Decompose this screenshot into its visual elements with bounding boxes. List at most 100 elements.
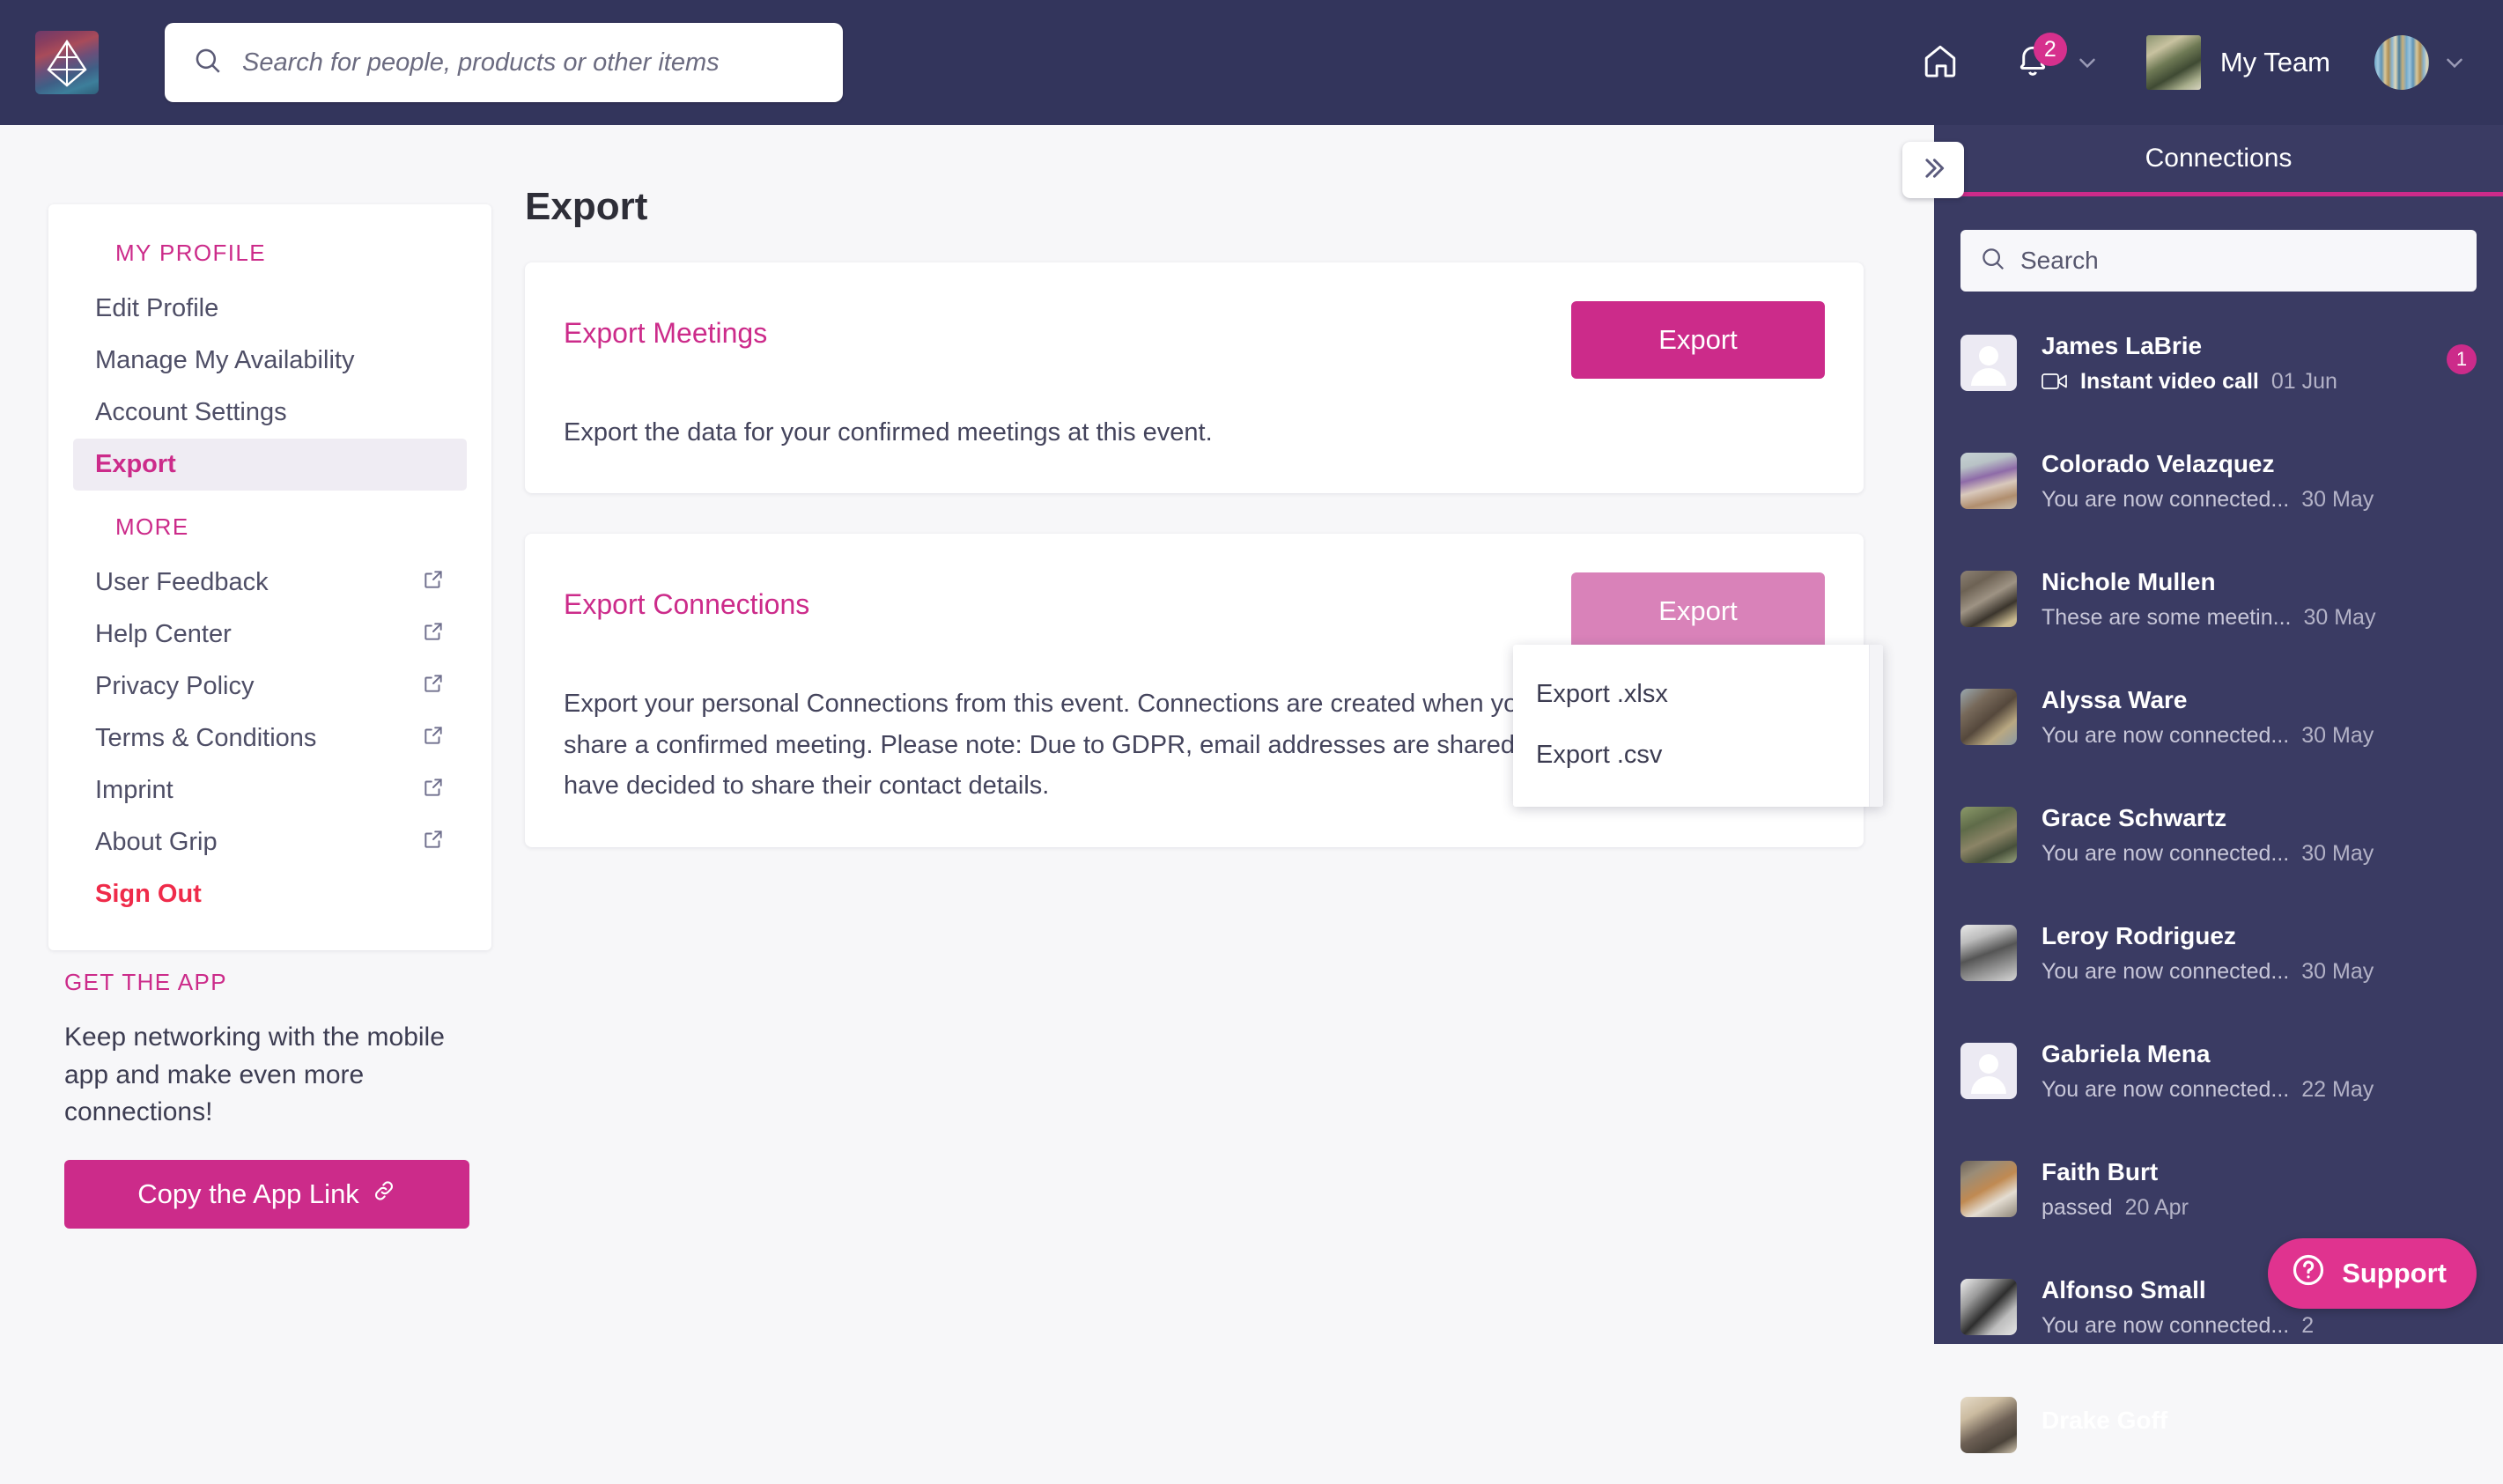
user-menu[interactable]	[2374, 35, 2468, 90]
connection-name: James LaBrie	[2042, 331, 2203, 359]
export-format-dropdown: Export .xlsx Export .csv	[1513, 645, 1883, 808]
panel-active-underline	[1934, 192, 2503, 196]
list-item-body: Gabriela Mena You are now connected... 2…	[2042, 1040, 2477, 1103]
avatar	[1960, 807, 2017, 863]
get-the-app-section: GET THE APP Keep networking with the mob…	[48, 969, 491, 1229]
copy-app-link-label: Copy the App Link	[137, 1178, 359, 1209]
double-chevron-right-icon	[1918, 153, 1948, 188]
connections-search-box[interactable]	[1960, 230, 2477, 292]
sidebar-item-label: User Feedback	[95, 568, 269, 596]
avatar	[1960, 1161, 2017, 1217]
connection-subtitle: You are now connected... 30 May	[2042, 723, 2477, 749]
profile-sidebar: MY PROFILE Edit Profile Manage My Availa…	[48, 204, 491, 950]
connection-subtitle: passed 20 Apr	[2042, 1195, 2477, 1221]
link-icon	[372, 1178, 396, 1210]
sidebar-item-manage-my-availability[interactable]: Manage My Availability	[73, 335, 467, 387]
connection-message: passed	[2042, 1194, 2113, 1220]
team-switcher[interactable]: My Team	[2145, 35, 2330, 90]
grip-diamond-logo[interactable]	[35, 31, 99, 94]
sidebar-item-imprint[interactable]: Imprint	[73, 764, 467, 816]
list-item[interactable]: Drake Goff	[1934, 1366, 2503, 1484]
connection-date: 2	[2301, 1312, 2315, 1338]
home-button[interactable]	[1905, 27, 1975, 98]
list-item[interactable]: Colorado Velazquez You are now connected…	[1934, 422, 2503, 540]
video-call-icon	[2042, 372, 2068, 391]
sidebar-item-privacy-policy[interactable]: Privacy Policy	[73, 661, 467, 712]
export-xlsx-option[interactable]: Export .xlsx	[1513, 664, 1869, 725]
user-chevron-down-icon[interactable]	[2441, 49, 2468, 76]
support-label: Support	[2342, 1258, 2447, 1288]
external-link-icon	[422, 672, 445, 702]
connection-message: You are now connected...	[2042, 722, 2290, 748]
team-avatar	[2145, 35, 2201, 90]
list-item[interactable]: Faith Burt passed 20 Apr	[1934, 1130, 2503, 1248]
connection-name: Faith Burt	[2042, 1157, 2159, 1185]
sidebar-item-label: Export	[95, 450, 176, 478]
connection-subtitle: These are some meetin... 30 May	[2042, 605, 2477, 631]
connection-message: You are now connected...	[2042, 840, 2290, 866]
list-item[interactable]: Grace Schwartz You are now connected... …	[1934, 776, 2503, 894]
export-csv-option[interactable]: Export .csv	[1513, 725, 1869, 786]
connection-message: You are now connected...	[2042, 486, 2290, 512]
external-link-icon	[422, 568, 445, 598]
sidebar-item-sign-out[interactable]: Sign Out	[73, 868, 467, 920]
list-item-body: Leroy Rodriguez You are now connected...…	[2042, 922, 2477, 985]
sidebar-item-account-settings[interactable]: Account Settings	[73, 387, 467, 439]
sidebar-section-my-profile: MY PROFILE	[115, 240, 267, 266]
connection-date: 30 May	[2301, 840, 2374, 866]
sidebar-item-label: Help Center	[95, 620, 232, 648]
get-the-app-title: GET THE APP	[64, 969, 227, 995]
sidebar-item-user-feedback[interactable]: User Feedback	[73, 557, 467, 609]
sidebar-item-help-center[interactable]: Help Center	[73, 609, 467, 661]
global-search-box[interactable]	[165, 23, 843, 102]
sidebar-item-label: Privacy Policy	[95, 672, 255, 700]
connection-name: Gabriela Mena	[2042, 1039, 2211, 1067]
connections-search-input[interactable]	[2020, 247, 2408, 275]
connection-message: You are now connected...	[2042, 1312, 2290, 1338]
sidebar-item-about-grip[interactable]: About Grip	[73, 816, 467, 868]
external-link-icon	[422, 828, 445, 858]
sidebar-item-edit-profile[interactable]: Edit Profile	[73, 283, 467, 335]
connection-date: 30 May	[2301, 958, 2374, 984]
main-content: Export Export Meetings Export Export the…	[525, 125, 1934, 888]
connection-subtitle: You are now connected... 30 May	[2042, 841, 2477, 867]
list-item-body: Nichole Mullen These are some meetin... …	[2042, 568, 2477, 631]
connections-panel-header: Connections	[1934, 125, 2503, 192]
notifications-chevron-down-icon[interactable]	[2074, 49, 2101, 76]
external-link-icon	[422, 620, 445, 650]
connections-panel: Connections James LaBrie	[1902, 125, 2503, 1453]
logo-glyph	[47, 39, 87, 87]
notifications-button[interactable]: 2	[2004, 27, 2067, 98]
connection-message: Instant video call	[2080, 368, 2259, 394]
connection-name: Nichole Mullen	[2042, 567, 2216, 595]
connection-name: Grace Schwartz	[2042, 803, 2227, 831]
list-item[interactable]: Leroy Rodriguez You are now connected...…	[1934, 894, 2503, 1012]
sidebar-item-label: Account Settings	[95, 398, 287, 426]
sidebar-item-export[interactable]: Export	[73, 439, 467, 491]
list-item[interactable]: Gabriela Mena You are now connected... 2…	[1934, 1012, 2503, 1130]
export-meetings-title: Export Meetings	[564, 317, 768, 349]
sidebar-item-label: Sign Out	[95, 880, 202, 908]
export-connections-button[interactable]: Export	[1571, 572, 1825, 651]
avatar	[1960, 453, 2017, 509]
dropdown-scrollbar[interactable]	[1869, 645, 1883, 808]
avatar-placeholder-icon	[1971, 1054, 2006, 1094]
connection-message: These are some meetin...	[2042, 604, 2292, 630]
connection-date: 20 Apr	[2124, 1194, 2189, 1220]
list-item[interactable]: Nichole Mullen These are some meetin... …	[1934, 540, 2503, 658]
connection-name: Leroy Rodriguez	[2042, 921, 2236, 949]
export-connections-card: Export Connections Export Export your pe…	[525, 534, 1883, 847]
support-button[interactable]: Support	[2268, 1238, 2477, 1309]
sidebar-item-terms-conditions[interactable]: Terms & Conditions	[73, 712, 467, 764]
copy-app-link-button[interactable]: Copy the App Link	[64, 1159, 469, 1229]
connection-subtitle: You are now connected... 2	[2042, 1313, 2477, 1339]
export-meetings-button[interactable]: Export	[1571, 301, 1825, 379]
card-header: Export Meetings Export	[564, 301, 1825, 382]
list-item[interactable]: James LaBrie Instant video call 01 Jun 1	[1934, 304, 2503, 422]
list-item[interactable]: Alyssa Ware You are now connected... 30 …	[1934, 658, 2503, 776]
collapse-panel-button[interactable]	[1902, 142, 1964, 198]
avatar	[1960, 571, 2017, 627]
header-actions: 2 My Team	[1905, 27, 2468, 98]
connection-subtitle: You are now connected... 22 May	[2042, 1077, 2477, 1103]
search-input[interactable]	[242, 48, 806, 78]
